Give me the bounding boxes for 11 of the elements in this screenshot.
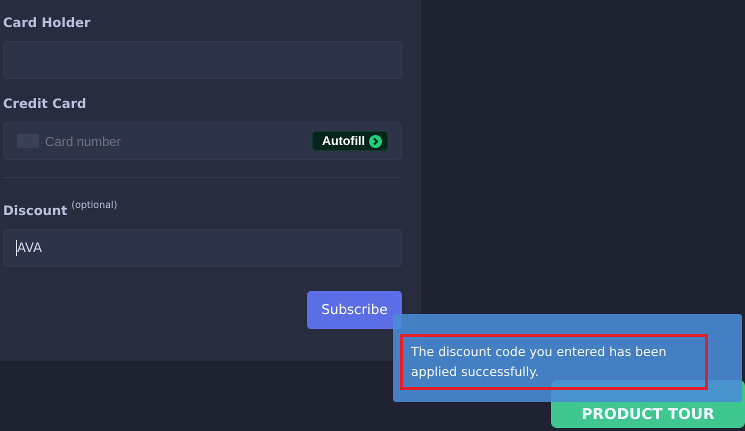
field-label: Credit Card bbox=[3, 97, 86, 112]
field-label: Card Holder bbox=[3, 16, 90, 31]
field-label: Discount bbox=[3, 204, 68, 219]
optional-note: (optional) bbox=[71, 200, 118, 211]
discount-field[interactable]: AVA bbox=[3, 229, 402, 267]
card-number-field[interactable]: Card number Autofill bbox=[3, 122, 402, 160]
chevron-icon bbox=[369, 134, 382, 148]
autofill-button[interactable]: Autofill bbox=[312, 131, 388, 151]
toast-message: The discount code you entered has been applied successfully. bbox=[400, 334, 708, 390]
subscribe-button[interactable]: Subscribe bbox=[307, 291, 402, 329]
placeholder-text: Card number bbox=[45, 134, 122, 148]
